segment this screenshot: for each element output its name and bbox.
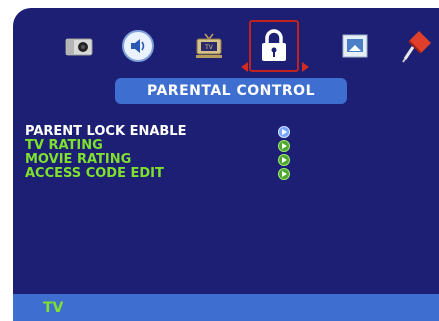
enter-arrow-icon[interactable] xyxy=(278,126,290,138)
picture-icon xyxy=(342,34,368,58)
right-arrow-icon[interactable] xyxy=(302,62,309,72)
tab-sound[interactable] xyxy=(116,24,160,68)
lock-icon xyxy=(262,29,286,61)
camera-icon xyxy=(65,38,93,56)
menu-item-tv-rating[interactable]: TV RATING xyxy=(25,139,425,153)
input-source-label: TV xyxy=(43,300,64,316)
menu-list: PARENT LOCK ENABLE TV RATING MOVIE RATIN… xyxy=(25,125,425,181)
menu-item-label: MOVIE RATING xyxy=(25,152,132,167)
menu-item-label: PARENT LOCK ENABLE xyxy=(25,124,187,139)
enter-arrow-icon[interactable] xyxy=(278,168,290,180)
pushpin-icon xyxy=(402,31,431,63)
tab-picture[interactable] xyxy=(333,24,377,68)
menu-item-label: TV RATING xyxy=(25,138,103,153)
speaker-icon xyxy=(122,30,154,62)
left-arrow-icon[interactable] xyxy=(241,62,248,72)
menu-item-parent-lock-enable[interactable]: PARENT LOCK ENABLE xyxy=(25,125,425,139)
tv-osd-screen: TV PARENTAL CONTROL PARENT LOCK ENABLE T… xyxy=(0,0,439,321)
menu-tab-bar: TV xyxy=(13,18,439,78)
enter-arrow-icon[interactable] xyxy=(278,154,290,166)
svg-text:TV: TV xyxy=(204,44,214,51)
menu-title: PARENTAL CONTROL xyxy=(115,78,347,104)
osd-menu-panel: TV PARENTAL CONTROL PARENT LOCK ENABLE T… xyxy=(13,8,439,321)
tab-tv[interactable]: TV xyxy=(187,24,231,68)
tab-setup[interactable] xyxy=(395,24,439,68)
tab-parental-lock[interactable] xyxy=(252,24,296,68)
tv-icon: TV xyxy=(196,33,222,58)
enter-arrow-icon[interactable] xyxy=(278,140,290,152)
tab-camera[interactable] xyxy=(57,24,101,68)
menu-item-access-code-edit[interactable]: ACCESS CODE EDIT xyxy=(25,167,425,181)
status-bar: TV xyxy=(13,294,439,321)
menu-item-label: ACCESS CODE EDIT xyxy=(25,166,164,181)
menu-item-movie-rating[interactable]: MOVIE RATING xyxy=(25,153,425,167)
